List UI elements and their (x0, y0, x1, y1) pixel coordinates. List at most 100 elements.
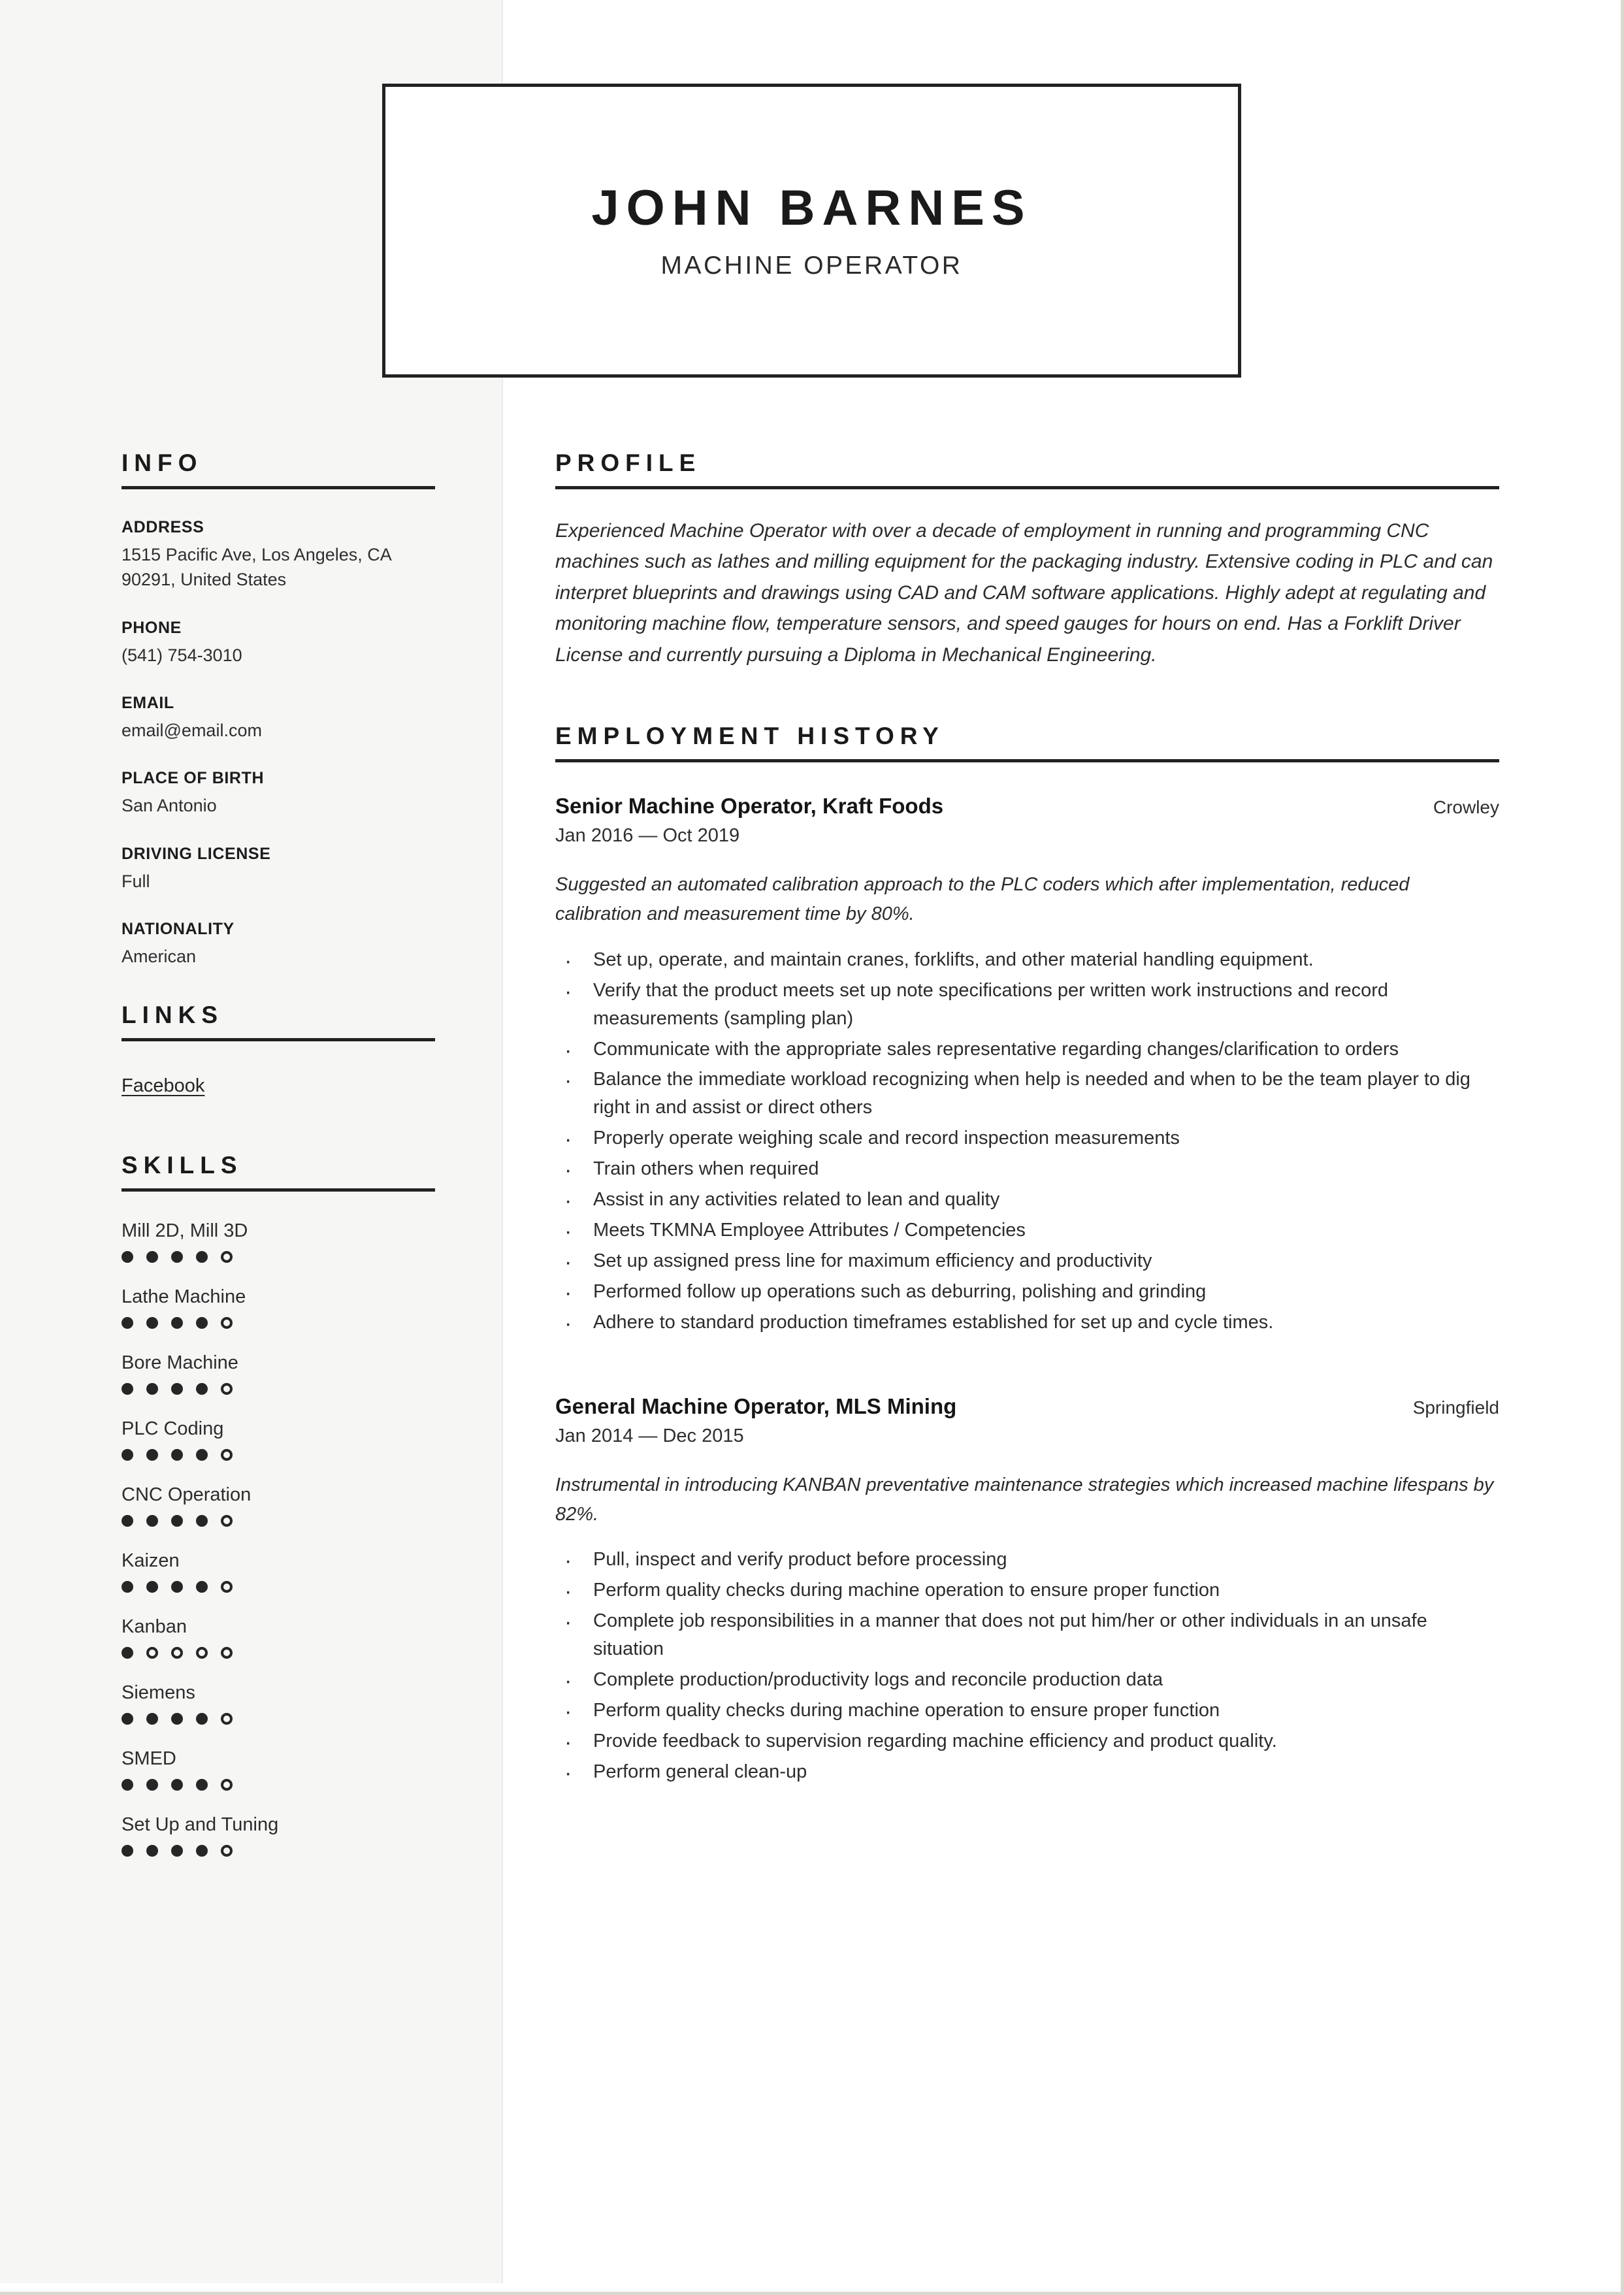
skill-item: Bore Machine (122, 1352, 435, 1395)
profile-section: PROFILE Experienced Machine Operator wit… (555, 451, 1499, 670)
rating-dot-empty-icon (196, 1647, 208, 1659)
info-section: INFO ADDRESS 1515 Pacific Ave, Los Angele… (122, 451, 435, 969)
skill-rating-dots (122, 1647, 435, 1659)
list-item: Properly operate weighing scale and reco… (555, 1123, 1499, 1156)
rating-dot-filled-icon (122, 1515, 133, 1527)
skill-rating-dots (122, 1515, 435, 1527)
info-field-label: PLACE OF BIRTH (122, 769, 265, 788)
rating-dot-empty-icon (221, 1317, 233, 1329)
info-field-value: Full (122, 871, 150, 891)
profile-section-divider (555, 486, 1499, 489)
skill-item: Mill 2D, Mill 3D (122, 1220, 435, 1263)
skill-rating-dots (122, 1581, 435, 1593)
list-item: Assist in any activities related to lean… (555, 1184, 1499, 1217)
skill-item: Siemens (122, 1682, 435, 1725)
resume-page: JOHN BARNES MACHINE OPERATOR INFO ADDRES… (0, 0, 1624, 2295)
rating-dot-filled-icon (122, 1845, 133, 1857)
employment-history-section: EMPLOYMENT HISTORY Senior Machine Operat… (555, 722, 1499, 1789)
rating-dot-filled-icon (122, 1251, 133, 1263)
employment-entry-city: Crowley (1433, 796, 1499, 817)
info-field-value: American (122, 946, 197, 966)
employment-entry-city: Springfield (1412, 1397, 1499, 1418)
rating-dot-empty-icon (146, 1647, 158, 1659)
rating-dot-filled-icon (196, 1317, 208, 1329)
rating-dot-filled-icon (196, 1251, 208, 1263)
skill-item: Lathe Machine (122, 1286, 435, 1329)
skill-rating-dots (122, 1713, 435, 1725)
employment-entry-bullets: Set up, operate, and maintain cranes, fo… (555, 945, 1499, 1340)
rating-dot-filled-icon (196, 1383, 208, 1395)
employment-entry-title: Senior Machine Operator, Kraft Foods (555, 793, 944, 818)
skill-item: CNC Operation (122, 1484, 435, 1527)
list-item: Communicate with the appropriate sales r… (555, 1034, 1499, 1067)
info-field-label: EMAIL (122, 693, 174, 712)
info-field: ADDRESS 1515 Pacific Ave, Los Angeles, CA… (122, 518, 435, 593)
rating-dot-filled-icon (196, 1581, 208, 1593)
rating-dot-filled-icon (196, 1515, 208, 1527)
rating-dot-filled-icon (122, 1449, 133, 1461)
info-section-heading: INFO (122, 449, 203, 476)
skill-rating-dots (122, 1251, 435, 1263)
skill-rating-dots (122, 1779, 435, 1791)
list-item: Balance the immediate workload recognizi… (555, 1064, 1499, 1122)
info-field: PLACE OF BIRTH San Antonio (122, 769, 435, 818)
skills-section: SKILLS Mill 2D, Mill 3D Lathe Machine Bore… (122, 1153, 435, 1857)
skill-name: Kanban (122, 1616, 187, 1638)
list-item: Complete job responsibilities in a manne… (555, 1606, 1499, 1663)
skills-section-divider (122, 1188, 435, 1192)
employment-entry-header: General Machine Operator, MLS Mining Spri… (555, 1394, 1499, 1419)
rating-dot-filled-icon (146, 1713, 158, 1725)
rating-dot-filled-icon (146, 1251, 158, 1263)
employment-entry-header: Senior Machine Operator, Kraft Foods Crow… (555, 794, 1499, 819)
rating-dot-filled-icon (171, 1383, 183, 1395)
info-section-divider (122, 486, 435, 489)
page-title: JOHN BARNES (591, 180, 1032, 236)
skill-name: Lathe Machine (122, 1286, 246, 1308)
list-item: Adhere to standard production timeframes… (555, 1307, 1499, 1340)
rating-dot-filled-icon (122, 1713, 133, 1725)
employment-section-heading: EMPLOYMENT HISTORY (555, 722, 945, 749)
rating-dot-filled-icon (122, 1383, 133, 1395)
profile-text: Experienced Machine Operator with over a… (555, 520, 1493, 666)
rating-dot-filled-icon (171, 1317, 183, 1329)
info-field-value: 1515 Pacific Ave, Los Angeles, CA 90291,… (122, 545, 391, 590)
sidebar: INFO ADDRESS 1515 Pacific Ave, Los Angele… (122, 451, 435, 1880)
skills-section-heading: SKILLS (122, 1152, 243, 1179)
link-item-facebook[interactable]: Facebook (122, 1075, 204, 1097)
header-job-title: MACHINE OPERATOR (660, 251, 963, 280)
list-item: Perform general clean-up (555, 1757, 1499, 1789)
rating-dot-filled-icon (146, 1449, 158, 1461)
rating-dot-filled-icon (146, 1581, 158, 1593)
rating-dot-filled-icon (122, 1647, 133, 1659)
rating-dot-empty-icon (221, 1581, 233, 1593)
skill-name: CNC Operation (122, 1484, 252, 1506)
employment-entry-bullets: Pull, inspect and verify product before … (555, 1544, 1499, 1789)
rating-dot-filled-icon (196, 1845, 208, 1857)
list-item: Provide feedback to supervision regardin… (555, 1726, 1499, 1759)
employment-entry-summary: Suggested an automated calibration appro… (555, 873, 1410, 924)
rating-dot-empty-icon (221, 1515, 233, 1527)
skill-item: PLC Coding (122, 1418, 435, 1461)
employment-entry: Senior Machine Operator, Kraft Foods Crow… (555, 794, 1499, 1340)
rating-dot-empty-icon (221, 1713, 233, 1725)
rating-dot-filled-icon (146, 1317, 158, 1329)
employment-entry-summary: Instrumental in introducing KANBAN preve… (555, 1474, 1494, 1525)
employment-entry-dates: Jan 2014 — Dec 2015 (555, 1425, 744, 1446)
list-item: Verify that the product meets set up not… (555, 975, 1499, 1033)
info-field: EMAIL email@email.com (122, 694, 435, 743)
links-section: LINKS Facebook (122, 1003, 435, 1097)
skill-name: PLC Coding (122, 1418, 224, 1440)
skill-item: Kanban (122, 1616, 435, 1659)
rating-dot-filled-icon (171, 1515, 183, 1527)
employment-section-divider (555, 758, 1499, 762)
info-field-value: email@email.com (122, 720, 262, 740)
links-list: Facebook (122, 1070, 435, 1097)
info-field: NATIONALITY American (122, 920, 435, 969)
skill-name: Siemens (122, 1682, 195, 1704)
info-field-value: San Antonio (122, 796, 217, 816)
info-field: DRIVING LICENSE Full (122, 845, 435, 894)
rating-dot-empty-icon (221, 1383, 233, 1395)
rating-dot-filled-icon (171, 1845, 183, 1857)
employment-entry-title: General Machine Operator, MLS Mining (555, 1393, 957, 1418)
links-section-divider (122, 1038, 435, 1042)
